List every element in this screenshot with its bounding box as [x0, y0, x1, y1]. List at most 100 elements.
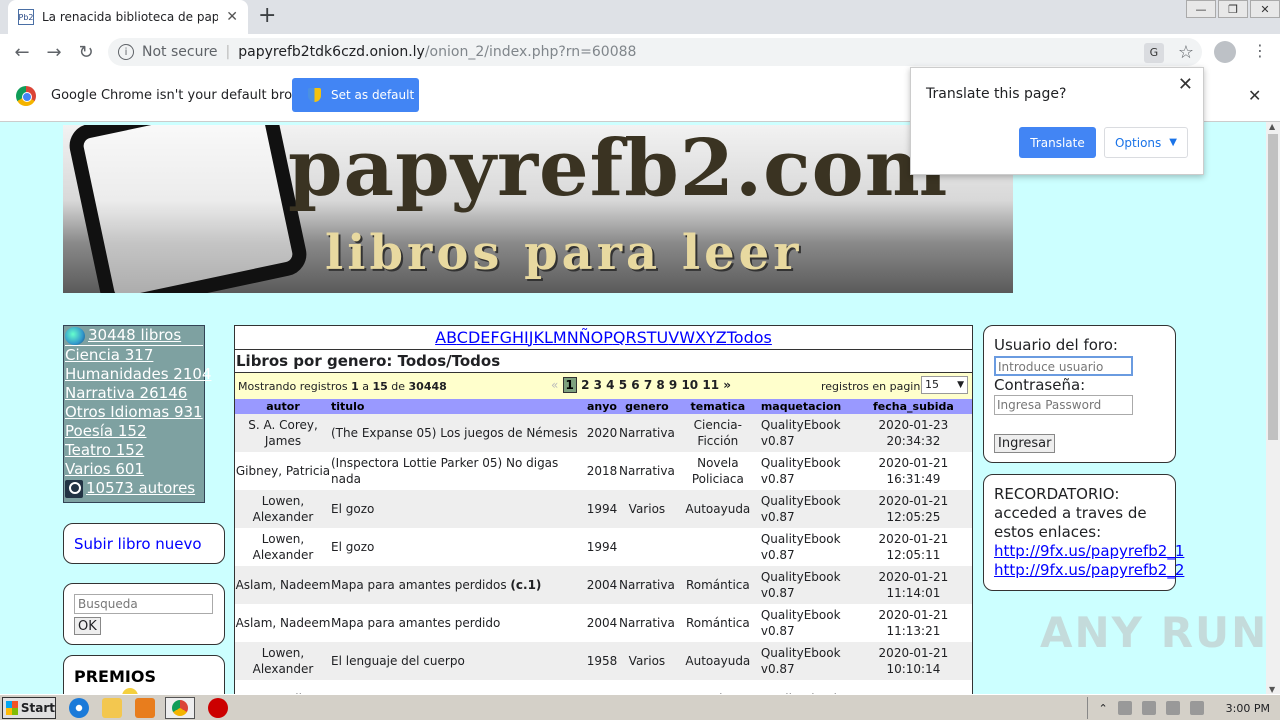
- tray-expand-icon[interactable]: ⌃: [1098, 702, 1107, 715]
- pager-next[interactable]: »: [723, 378, 731, 392]
- category-link-humanidades[interactable]: Humanidades 2104: [64, 365, 211, 384]
- start-button[interactable]: Start: [2, 696, 56, 719]
- chrome-taskbar-button[interactable]: [165, 696, 195, 719]
- letter-link-l[interactable]: L: [544, 328, 553, 347]
- internet-explorer-icon[interactable]: [69, 697, 89, 718]
- letter-link-d[interactable]: D: [468, 328, 480, 347]
- forward-icon[interactable]: →: [38, 42, 70, 63]
- translate-button[interactable]: Translate: [1019, 127, 1096, 158]
- letter-link-t[interactable]: T: [647, 328, 657, 347]
- letter-link-q[interactable]: Q: [613, 328, 626, 347]
- book-title[interactable]: Mapa para amantes perdido: [331, 616, 500, 630]
- cell-titulo[interactable]: [331, 680, 585, 694]
- letter-link-p[interactable]: P: [603, 328, 613, 347]
- pager-page-link[interactable]: 6: [631, 378, 639, 392]
- letter-link-g[interactable]: G: [500, 328, 512, 347]
- column-header-tematica[interactable]: tematica: [674, 399, 761, 414]
- address-bar[interactable]: i Not secure | papyrefb2tdk6czd.onion.ly…: [108, 38, 1202, 66]
- browser-tab[interactable]: Pb2 La renacida biblioteca de papyrefb2 …: [8, 0, 248, 34]
- category-link-ciencia[interactable]: Ciencia 317: [64, 346, 204, 365]
- column-header-autor[interactable]: autor: [235, 399, 331, 414]
- maximize-icon[interactable]: ❐: [1218, 0, 1248, 18]
- options-button[interactable]: Options ▼: [1104, 127, 1188, 158]
- book-title[interactable]: (The Expanse 05) Los juegos de Némesis: [331, 426, 578, 440]
- per-page-select[interactable]: 15: [921, 376, 968, 394]
- book-title[interactable]: El lenguaje del cuerpo: [331, 654, 465, 668]
- book-title[interactable]: El gozo: [331, 502, 374, 516]
- letter-link-k[interactable]: K: [533, 328, 544, 347]
- file-explorer-icon[interactable]: [102, 697, 122, 718]
- scroll-up-icon[interactable]: ▲: [1269, 122, 1275, 131]
- letter-link-f[interactable]: F: [490, 328, 499, 347]
- letter-link-u[interactable]: U: [657, 328, 669, 347]
- cell-titulo[interactable]: Mapa para amantes perdido: [331, 604, 585, 642]
- volume-icon[interactable]: [1141, 701, 1156, 715]
- media-player-icon[interactable]: [135, 697, 155, 718]
- search-ok-button[interactable]: OK: [74, 617, 101, 635]
- column-header-fecha_subida[interactable]: fecha_subida: [854, 399, 972, 414]
- cell-titulo[interactable]: (Inspectora Lottie Parker 05) No digas n…: [331, 452, 585, 490]
- scrollbar-thumb[interactable]: [1268, 134, 1278, 440]
- pager-page-link[interactable]: 9: [669, 378, 677, 392]
- pager-page-link[interactable]: 8: [656, 378, 664, 392]
- letter-link-b[interactable]: B: [446, 328, 457, 347]
- mirror-link-2[interactable]: http://9fx.us/papyrefb2_2: [994, 561, 1184, 580]
- cell-titulo[interactable]: El gozo: [331, 490, 585, 528]
- bookmark-star-icon[interactable]: ☆: [1178, 42, 1194, 63]
- profile-avatar-icon[interactable]: [1214, 41, 1236, 63]
- pager-page-link[interactable]: 10: [681, 378, 698, 392]
- column-header-genero[interactable]: genero: [619, 399, 675, 414]
- stop-icon[interactable]: [208, 697, 228, 718]
- book-title[interactable]: Mapa para amantes perdidos: [331, 578, 510, 592]
- letter-link-n[interactable]: N: [567, 328, 579, 347]
- letter-link-v[interactable]: V: [668, 328, 679, 347]
- translate-icon[interactable]: G: [1143, 42, 1164, 63]
- info-icon[interactable]: i: [118, 44, 134, 60]
- book-title[interactable]: (Inspectora Lottie Parker 05) No digas n…: [331, 456, 558, 486]
- login-submit-button[interactable]: Ingresar: [994, 434, 1056, 453]
- page-scrollbar[interactable]: ▲ ▼: [1266, 122, 1280, 694]
- username-input[interactable]: Introduce usuario: [994, 356, 1133, 376]
- letter-link-z[interactable]: Z: [716, 328, 727, 347]
- flag-icon[interactable]: [1189, 701, 1204, 715]
- cell-titulo[interactable]: El gozo: [331, 528, 585, 566]
- pager-page-link[interactable]: 11: [702, 378, 719, 392]
- cell-titulo[interactable]: Mapa para amantes perdidos (c.1): [331, 566, 585, 604]
- back-icon[interactable]: ←: [6, 42, 38, 63]
- letter-link-s[interactable]: S: [637, 328, 647, 347]
- cell-titulo[interactable]: (The Expanse 05) Los juegos de Némesis: [331, 414, 585, 452]
- letter-link-a[interactable]: A: [435, 328, 446, 347]
- letter-link-y[interactable]: Y: [706, 328, 716, 347]
- category-link-poesia[interactable]: Poesía 152: [64, 422, 204, 441]
- power-icon[interactable]: [1165, 701, 1180, 715]
- chrome-menu-icon[interactable]: ⋮: [1252, 42, 1268, 60]
- letter-link-ñ[interactable]: Ñ: [579, 328, 591, 347]
- minimize-icon[interactable]: —: [1186, 0, 1216, 18]
- letter-link-m[interactable]: M: [553, 328, 567, 347]
- pager-page-link[interactable]: 2: [581, 378, 589, 392]
- letter-link-c[interactable]: C: [457, 328, 468, 347]
- pager-page-link[interactable]: 7: [644, 378, 652, 392]
- new-tab-icon[interactable]: +: [258, 5, 276, 27]
- cell-titulo[interactable]: El lenguaje del cuerpo: [331, 642, 585, 680]
- category-link-otros-idiomas[interactable]: Otros Idiomas 931: [64, 403, 204, 422]
- window-close-icon[interactable]: ✕: [1250, 0, 1280, 18]
- all-books-link[interactable]: 30448 libros: [64, 326, 204, 345]
- letter-link-r[interactable]: R: [625, 328, 636, 347]
- category-link-teatro[interactable]: Teatro 152: [64, 441, 204, 460]
- translate-close-icon[interactable]: ✕: [1178, 74, 1193, 95]
- letter-link-todos[interactable]: Todos: [727, 328, 772, 347]
- scroll-down-icon[interactable]: ▼: [1269, 685, 1275, 694]
- column-header-maquetacion[interactable]: maquetacion: [760, 399, 855, 414]
- column-header-titulo[interactable]: titulo: [331, 399, 585, 414]
- infobar-close-icon[interactable]: ✕: [1248, 86, 1261, 105]
- letter-link-e[interactable]: E: [480, 328, 490, 347]
- network-icon[interactable]: [1117, 701, 1132, 715]
- letter-link-h[interactable]: H: [512, 328, 524, 347]
- letter-link-o[interactable]: O: [591, 328, 604, 347]
- book-title[interactable]: El gozo: [331, 540, 374, 554]
- pager-page-link[interactable]: 4: [606, 378, 614, 392]
- search-input[interactable]: Busqueda: [74, 594, 213, 614]
- category-link-narrativa[interactable]: Narrativa 26146: [64, 384, 204, 403]
- letter-link-w[interactable]: W: [679, 328, 695, 347]
